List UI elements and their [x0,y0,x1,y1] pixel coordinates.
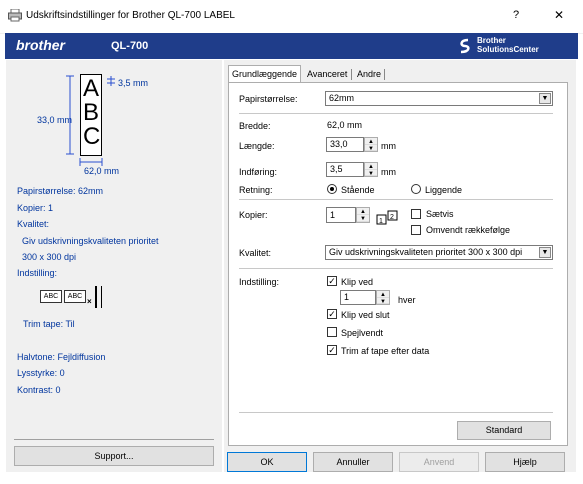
landscape-radio[interactable] [411,184,421,194]
collate-label: Sætvis [426,209,454,219]
brother-logo: brother [16,37,65,53]
summary-setting-label: Indstilling: [17,268,58,278]
reverse-order-checkbox[interactable] [411,225,421,235]
length-dimension: 33,0 mm [37,115,73,125]
solutions-center-icon[interactable] [456,37,474,55]
landscape-label: Liggende [425,185,463,195]
svg-text:1: 1 [379,218,383,225]
copies-stepper[interactable]: ▲ ▼ [356,207,370,223]
cut-at-end-checkbox[interactable]: ✓ [327,309,337,319]
quality-value: Giv udskrivningskvaliteten prioritet 300… [329,247,523,257]
orientation-label: Retning: [239,185,273,195]
down-arrow-icon[interactable]: ▼ [365,170,377,177]
cut-icon-label2: ABC [64,290,86,303]
reverse-order-label: Omvendt rækkefølge [426,225,511,235]
copies-input[interactable]: 1 [326,207,356,223]
summary-brightness: Lysstyrke: 0 [17,368,65,378]
length-input[interactable]: 33,0 [326,137,364,152]
dimension-lines [66,75,115,166]
brother-banner: brother QL-700 Brother SolutionsCenter [5,33,578,59]
cut-icon-label1: ABC [40,290,62,303]
solutions-center-link[interactable]: Brother SolutionsCenter [477,36,539,54]
feed-input[interactable]: 3,5 [326,162,364,177]
tape-dimension: 62,0 mm [84,166,120,176]
help-button[interactable]: Hjælp [485,452,565,472]
feed-stepper[interactable]: ▲ ▼ [364,162,378,177]
collate-checkbox[interactable] [411,209,421,219]
divider [239,412,553,413]
cut-every-stepper[interactable]: ▲ ▼ [376,290,390,305]
standard-button[interactable]: Standard [457,421,551,440]
portrait-label: Stående [341,185,375,195]
cut-bar-icon [95,286,102,308]
divider [239,113,553,114]
feed-unit: mm [381,167,396,177]
width-label: Bredde: [239,121,271,131]
cut-every-label: Klip ved [341,277,374,287]
mirror-label: Spejlvendt [341,328,384,338]
tab-other[interactable]: Andre [354,66,384,82]
summary-quality-line2: 300 x 300 dpi [22,252,77,262]
title-bar: Udskriftsindstillinger for Brother QL-70… [0,0,583,34]
trim-tape-label: Trim af tape efter data [341,346,430,356]
length-stepper[interactable]: ▲ ▼ [364,137,378,152]
summary-trim-tape: Trim tape: Til [23,319,75,329]
cut-mark-icon: × [87,297,92,306]
model-name: QL-700 [111,40,149,52]
paper-size-select[interactable]: 62mm ▼ [325,91,553,106]
window-title: Udskriftsindstillinger for Brother QL-70… [26,10,235,21]
down-arrow-icon[interactable]: ▼ [365,145,377,152]
up-arrow-icon[interactable]: ▲ [357,208,369,215]
tab-separator [351,69,352,80]
summary-quality-line1: Giv udskrivningskvaliteten prioritet [22,236,159,246]
paper-size-value: 62mm [329,93,355,103]
cut-at-end-label: Klip ved slut [341,310,390,320]
quality-label: Kvalitet: [239,248,272,258]
portrait-radio[interactable] [327,184,337,194]
summary-copies: Kopier: 1 [17,203,54,213]
solutions-line2: SolutionsCenter [477,45,539,54]
printer-icon [8,9,22,22]
copies-label: Kopier: [239,210,268,220]
tab-separator [384,69,385,80]
summary-contrast: Kontrast: 0 [17,385,61,395]
support-divider [14,439,214,440]
cut-every-checkbox[interactable]: ✓ [327,276,337,286]
tab-advanced[interactable]: Avanceret [304,66,350,82]
trim-tape-checkbox[interactable]: ✓ [327,345,337,355]
down-arrow-icon[interactable]: ▼ [377,298,389,305]
summary-halftone: Halvtone: Fejldiffusion [17,352,106,362]
length-label: Længde: [239,141,275,151]
paper-size-label: Papirstørrelse: [239,94,298,104]
ok-button[interactable]: OK [227,452,307,472]
feed-label: Indføring: [239,167,278,177]
dropdown-arrow-icon[interactable]: ▼ [539,93,551,104]
setting-label: Indstilling: [239,277,280,287]
width-value: 62,0 mm [327,120,363,130]
dropdown-arrow-icon[interactable]: ▼ [539,247,551,258]
apply-button[interactable]: Anvend [399,452,479,472]
divider [239,268,553,269]
cut-every-input[interactable]: 1 [340,290,376,305]
collate-pages-icon: 1 2 [376,210,398,225]
summary-quality-label: Kvalitet: [17,219,50,229]
length-unit: mm [381,141,396,151]
cut-every-unit: hver [398,295,416,305]
help-title-button[interactable]: ? [506,6,526,24]
divider [239,199,553,200]
mirror-checkbox[interactable] [327,327,337,337]
feed-dimension: 3,5 mm [118,78,149,88]
solutions-line1: Brother [477,36,506,45]
quality-select[interactable]: Giv udskrivningskvaliteten prioritet 300… [325,245,553,260]
tab-content [228,82,568,446]
svg-text:2: 2 [390,214,394,221]
support-button[interactable]: Support... [14,446,214,466]
down-arrow-icon[interactable]: ▼ [357,215,369,222]
close-button[interactable]: ✕ [549,6,569,24]
cancel-button[interactable]: Annuller [313,452,393,472]
summary-paper-size: Papirstørrelse: 62mm [17,186,104,196]
tab-basic[interactable]: Grundlæggende [228,65,302,83]
